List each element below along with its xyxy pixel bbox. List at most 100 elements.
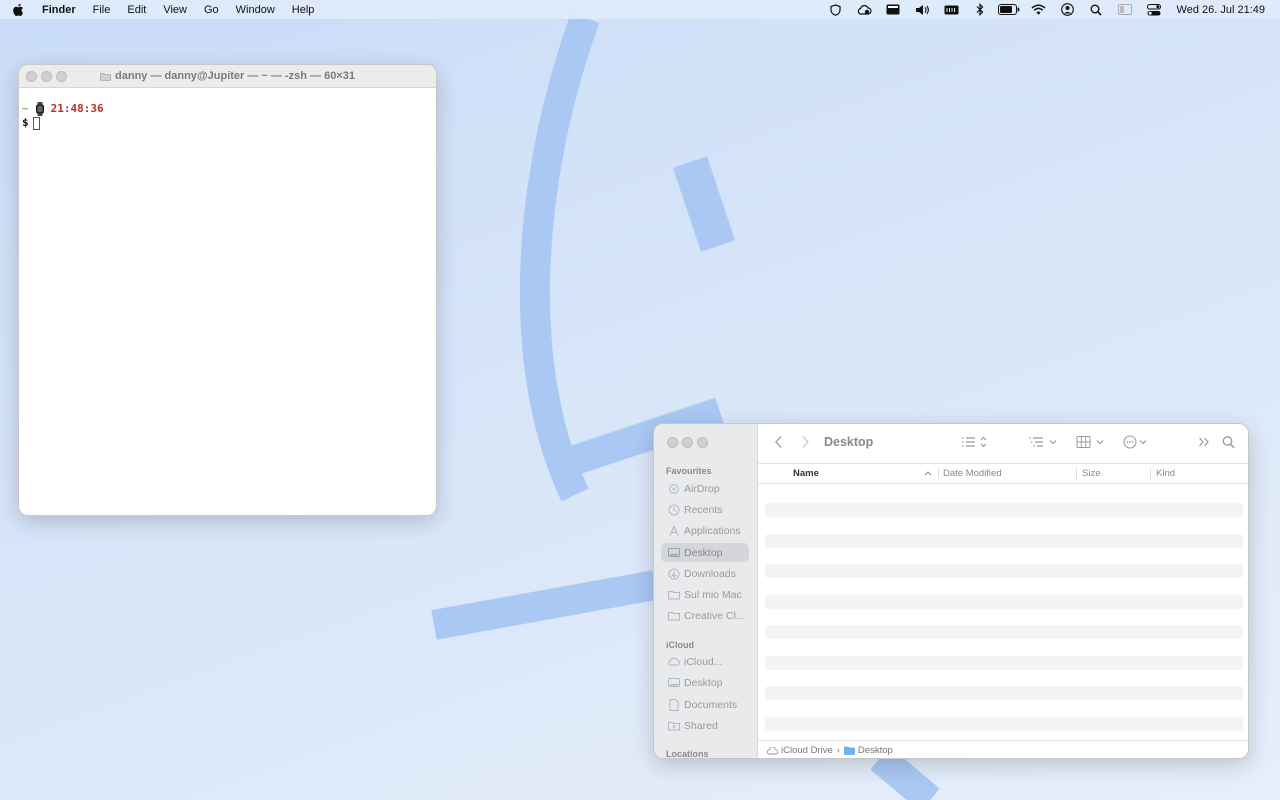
column-size[interactable]: Size xyxy=(1082,468,1100,479)
search-icon[interactable] xyxy=(1222,435,1235,449)
battery-icon[interactable] xyxy=(995,4,1024,15)
gallery-view-icon[interactable] xyxy=(1076,435,1106,449)
minimize-button[interactable] xyxy=(41,71,52,82)
menu-view[interactable]: View xyxy=(163,4,187,16)
section-icloud: iCloud xyxy=(666,640,694,650)
prompt-line: ~ 21:48:36 xyxy=(22,102,432,116)
sidebar-item-recents[interactable]: Recents xyxy=(661,500,749,519)
list-placeholder-row xyxy=(765,533,1243,548)
cloud-icon xyxy=(766,746,778,754)
sidebar-item-creative-cloud[interactable]: Creative Cl... xyxy=(661,606,749,625)
status-area: Wed 26. Jul 21:49 xyxy=(821,3,1268,16)
forward-icon[interactable] xyxy=(801,435,810,449)
menu-file[interactable]: File xyxy=(93,4,111,16)
shared-folder-icon xyxy=(667,721,680,731)
menubar-clock[interactable]: Wed 26. Jul 21:49 xyxy=(1177,4,1265,16)
finder-main: Desktop Name Date Modified Size Kind iCl… xyxy=(758,424,1248,758)
input-line: $ xyxy=(22,116,432,130)
sidebar-item-documents[interactable]: Documents xyxy=(661,695,749,714)
sort-ascending-icon[interactable] xyxy=(924,468,932,479)
menu-help[interactable]: Help xyxy=(292,4,315,16)
terminal-window: danny — danny@Jupiter — ~ — -zsh — 60×31… xyxy=(18,64,437,516)
window-controls xyxy=(26,71,71,82)
desktop-icon xyxy=(667,677,680,688)
column-date-modified[interactable]: Date Modified xyxy=(943,468,1002,479)
prompt-time: 21:48:36 xyxy=(50,102,104,115)
clock-icon xyxy=(667,504,680,516)
sidebar-item-downloads[interactable]: Downloads xyxy=(661,564,749,583)
window-controls xyxy=(667,437,712,448)
list-placeholder-row xyxy=(765,686,1243,700)
sidebar-item-applications[interactable]: Applications xyxy=(661,521,749,540)
desktop-icon xyxy=(667,547,680,558)
list-placeholder-row xyxy=(765,655,1243,670)
list-placeholder-row xyxy=(765,564,1243,578)
media-icon[interactable] xyxy=(879,4,908,15)
current-folder-title: Desktop xyxy=(824,435,874,449)
back-icon[interactable] xyxy=(774,435,783,449)
terminal-titlebar[interactable]: danny — danny@Jupiter — ~ — -zsh — 60×31 xyxy=(19,65,436,88)
minimize-button[interactable] xyxy=(682,437,693,448)
control-center-icon[interactable] xyxy=(1140,3,1169,16)
finder-toolbar: Desktop xyxy=(758,424,1248,463)
user-icon[interactable] xyxy=(1053,3,1082,16)
zoom-button[interactable] xyxy=(56,71,67,82)
folder-icon xyxy=(667,611,680,621)
cloud-sync-icon[interactable] xyxy=(850,4,879,16)
section-locations: Locations xyxy=(666,749,709,759)
airdrop-icon xyxy=(667,483,680,495)
shield-icon[interactable] xyxy=(821,3,850,16)
zoom-button[interactable] xyxy=(697,437,708,448)
sidebar-item-shared[interactable]: Shared xyxy=(661,716,749,735)
sidebar-item-icloud-drive[interactable]: iCloud... xyxy=(661,652,749,671)
document-icon xyxy=(667,698,680,711)
group-by-icon[interactable] xyxy=(1028,435,1058,449)
file-list xyxy=(765,503,1243,747)
toolbar-overflow-icon[interactable] xyxy=(1198,435,1210,449)
prompt-directory: ~ xyxy=(22,102,29,115)
path-segment-icloud-drive[interactable]: iCloud Drive xyxy=(766,745,833,756)
menu-edit[interactable]: Edit xyxy=(127,4,146,16)
sidebar-item-airdrop[interactable]: AirDrop xyxy=(661,479,749,498)
list-placeholder-row xyxy=(765,503,1243,517)
menu-window[interactable]: Window xyxy=(236,4,275,16)
close-button[interactable] xyxy=(667,437,678,448)
screen-mirror-icon[interactable] xyxy=(1111,4,1140,15)
sidebar-item-icloud-desktop[interactable]: Desktop xyxy=(661,673,749,692)
list-placeholder-row xyxy=(765,594,1243,609)
bluetooth-icon[interactable] xyxy=(966,3,995,16)
apple-logo-icon[interactable] xyxy=(12,3,32,17)
wifi-icon[interactable] xyxy=(1024,4,1053,15)
spotlight-icon[interactable] xyxy=(1082,4,1111,16)
list-view-icon[interactable] xyxy=(961,435,989,449)
path-separator: › xyxy=(836,745,840,756)
keyboard-icon[interactable] xyxy=(937,5,966,15)
folder-icon xyxy=(667,590,680,600)
finder-sidebar: Favourites AirDrop Recents Applications … xyxy=(654,424,758,759)
column-name[interactable]: Name xyxy=(793,468,819,479)
volume-icon[interactable] xyxy=(908,4,937,16)
finder-window: Favourites AirDrop Recents Applications … xyxy=(653,423,1249,759)
column-kind[interactable]: Kind xyxy=(1156,468,1175,479)
close-button[interactable] xyxy=(26,71,37,82)
folder-icon xyxy=(100,72,111,81)
watch-icon xyxy=(35,102,44,116)
column-separator xyxy=(1076,468,1077,480)
prompt-symbol: $ xyxy=(22,116,29,129)
more-actions-icon[interactable] xyxy=(1123,435,1153,449)
text-cursor xyxy=(32,116,40,130)
menu-app-finder[interactable]: Finder xyxy=(42,4,76,16)
section-favourites: Favourites xyxy=(666,466,712,476)
column-separator xyxy=(938,468,939,480)
sidebar-item-desktop[interactable]: Desktop xyxy=(661,543,749,562)
terminal-content[interactable]: ~ 21:48:36 $ xyxy=(19,88,436,130)
path-segment-desktop[interactable]: Desktop xyxy=(844,745,893,756)
menu-go[interactable]: Go xyxy=(204,4,219,16)
list-placeholder-row xyxy=(765,716,1243,731)
list-placeholder-row xyxy=(765,625,1243,639)
path-bar: iCloud Drive › Desktop xyxy=(758,740,1248,758)
column-header: Name Date Modified Size Kind xyxy=(758,463,1248,484)
menu-bar: Finder File Edit View Go Window Help Wed… xyxy=(0,0,1280,19)
sidebar-item-sul-mio-mac[interactable]: Sul mio Mac xyxy=(661,585,749,604)
applications-icon xyxy=(667,524,680,537)
